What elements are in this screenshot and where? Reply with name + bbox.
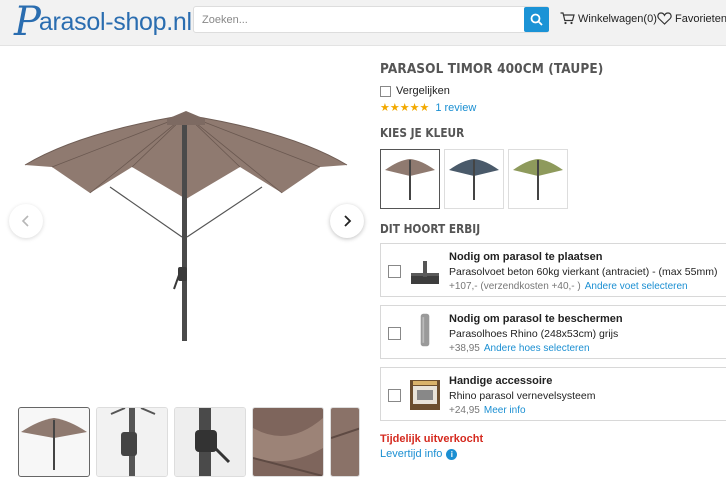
change-accessory-link[interactable]: Andere voet selecteren: [585, 281, 688, 292]
accessory-heading: Handige accessoire: [449, 375, 553, 387]
compare-checkbox[interactable]: [380, 85, 391, 97]
thumbnail-2[interactable]: [96, 407, 168, 477]
cart-label: Winkelwagen(0): [578, 12, 657, 25]
stock-status: Tijdelijk uitverkocht: [380, 433, 484, 445]
color-swatch-taupe[interactable]: [380, 149, 440, 209]
review-link[interactable]: 1 review: [435, 102, 476, 114]
thumbnail-4[interactable]: [252, 407, 324, 477]
site-header: P arasol-shop.nl Winkelwagen(0) Favoriet…: [0, 0, 726, 46]
accessories-section-heading: DIT HOORT ERBIJ: [380, 222, 481, 236]
thumbnail-image: [21, 418, 87, 470]
chevron-right-icon: [344, 215, 352, 227]
color-section-heading: KIES JE KLEUR: [380, 126, 465, 140]
thumbnail-1[interactable]: [18, 407, 90, 477]
star-rating-icon: ★★★★★: [380, 102, 430, 114]
product-rating: ★★★★★ 1 review: [380, 101, 476, 115]
accessory-checkbox[interactable]: [388, 327, 401, 340]
next-image-button[interactable]: [330, 204, 364, 238]
accessory-description: Rhino parasol vernevelsysteem: [449, 390, 596, 402]
favorites-link[interactable]: Favorieten: [657, 12, 726, 25]
product-title: PARASOL TIMOR 400CM (TAUPE): [380, 61, 604, 77]
product-info: PARASOL TIMOR 400CM (TAUPE) Vergelijken …: [380, 47, 726, 474]
thumbnail-image: [97, 408, 167, 476]
search-button[interactable]: [524, 7, 549, 32]
logo-text: arasol-shop.nl: [38, 7, 192, 36]
swatch-image: [513, 159, 563, 200]
accessory-description: Parasolhoes Rhino (248x53cm) grijs: [449, 328, 619, 340]
compare-label: Vergelijken: [396, 85, 450, 97]
delivery-info-link[interactable]: Levertijd info i: [380, 448, 458, 460]
thumbnail-5[interactable]: [330, 407, 360, 477]
accessory-description: Parasolvoet beton 60kg vierkant (antraci…: [449, 266, 718, 278]
thumbnail-strip: [18, 407, 360, 477]
accessory-checkbox[interactable]: [388, 389, 401, 402]
compare-toggle[interactable]: Vergelijken: [380, 85, 450, 97]
cart-link[interactable]: Winkelwagen(0): [560, 12, 657, 25]
more-info-link[interactable]: Meer info: [484, 405, 526, 416]
previous-image-button[interactable]: [9, 204, 43, 238]
cart-icon: [560, 12, 575, 25]
accessory-checkbox[interactable]: [388, 265, 401, 278]
accessory-price: +24,95: [449, 405, 480, 416]
thumbnail-image: [253, 408, 323, 476]
accessory-price: +107,- (verzendkosten +40,- ): [449, 281, 581, 292]
search-input[interactable]: [194, 7, 524, 32]
change-accessory-link[interactable]: Andere hoes selecteren: [484, 343, 590, 354]
delivery-info-label: Levertijd info: [380, 448, 443, 460]
site-logo[interactable]: P arasol-shop.nl: [14, 2, 192, 42]
accessory-item: Nodig om parasol te plaatsen Parasolvoet…: [380, 243, 726, 297]
accessory-price: +38,95: [449, 343, 480, 354]
chevron-left-icon: [21, 215, 29, 227]
heart-icon: [657, 12, 672, 25]
accessory-heading: Nodig om parasol te beschermen: [449, 313, 623, 325]
misting-system-image: [410, 380, 440, 410]
logo-letter: P: [14, 0, 41, 45]
parasol-cover-image: [420, 313, 430, 347]
accessory-heading: Nodig om parasol te plaatsen: [449, 251, 603, 263]
main-product-image: [24, 111, 348, 341]
search-box: [193, 6, 549, 33]
search-icon: [530, 13, 543, 26]
color-swatch-antraciet[interactable]: [444, 149, 504, 209]
thumbnail-image: [175, 408, 245, 476]
color-swatch-groen[interactable]: [508, 149, 568, 209]
thumbnail-image: [331, 408, 359, 476]
thumbnail-3[interactable]: [174, 407, 246, 477]
accessory-item: Handige accessoire Rhino parasol verneve…: [380, 367, 726, 421]
accessory-item: Nodig om parasol te beschermen Parasolho…: [380, 305, 726, 359]
info-icon: i: [446, 448, 458, 460]
product-gallery: [0, 47, 372, 477]
parasol-base-image: [411, 261, 439, 284]
swatch-image: [385, 159, 435, 200]
favorites-label: Favorieten: [675, 12, 726, 25]
color-swatches: [380, 149, 568, 209]
swatch-image: [449, 159, 499, 200]
